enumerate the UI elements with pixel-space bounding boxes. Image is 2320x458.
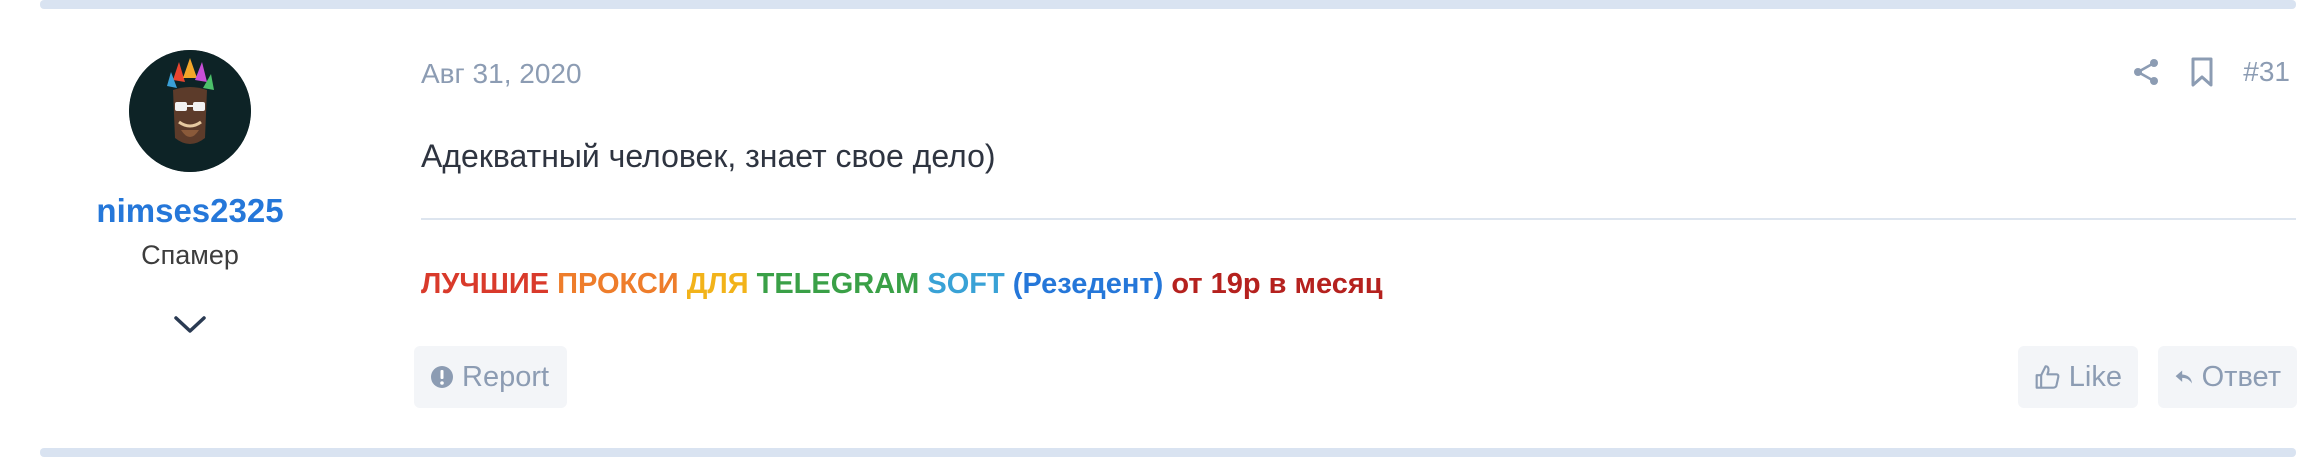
signature-separator	[421, 218, 2296, 220]
post-top-border	[40, 0, 2296, 9]
avatar-image	[129, 50, 251, 172]
signature-word-7: от 19р в месяц	[1171, 268, 1383, 300]
thumbs-up-icon	[2035, 365, 2060, 389]
post-message: Адекватный человек, знает свое дело)	[421, 138, 996, 174]
signature[interactable]: ЛУЧШИЕ ПРОКСИ ДЛЯ TELEGRAM SOFT (Резеден…	[421, 268, 1383, 301]
post-date[interactable]: Авг 31, 2020	[421, 58, 582, 90]
share-button[interactable]	[2131, 57, 2161, 87]
reply-label: Ответ	[2201, 360, 2281, 393]
user-title: Спамер	[141, 240, 239, 270]
post-header-tools: #31	[2131, 50, 2290, 94]
signature-word-3: ДЛЯ	[686, 268, 749, 300]
bookmark-button[interactable]	[2189, 56, 2215, 88]
reply-button[interactable]: Ответ	[2158, 346, 2297, 408]
signature-word-1: ЛУЧШИЕ	[421, 268, 550, 300]
chevron-down-icon	[174, 316, 206, 333]
like-button[interactable]: Like	[2018, 346, 2138, 408]
post-number-link[interactable]: #31	[2243, 56, 2290, 88]
report-icon	[431, 366, 453, 388]
avatar[interactable]	[129, 50, 251, 172]
like-label: Like	[2068, 360, 2122, 393]
report-label: Report	[462, 360, 550, 393]
reply-icon	[2175, 370, 2192, 384]
signature-word-2: ПРОКСИ	[557, 268, 679, 300]
signature-word-4: TELEGRAM	[756, 268, 920, 300]
signature-word-5: SOFT	[927, 268, 1005, 300]
report-button[interactable]: Report	[414, 346, 567, 408]
signature-word-6: (Резедент)	[1012, 268, 1164, 300]
bookmark-icon	[2191, 57, 2213, 87]
post-bottom-border	[40, 448, 2296, 457]
share-icon	[2134, 59, 2159, 85]
username[interactable]: nimses2325	[40, 192, 340, 230]
expand-user-info-button[interactable]	[172, 312, 208, 336]
